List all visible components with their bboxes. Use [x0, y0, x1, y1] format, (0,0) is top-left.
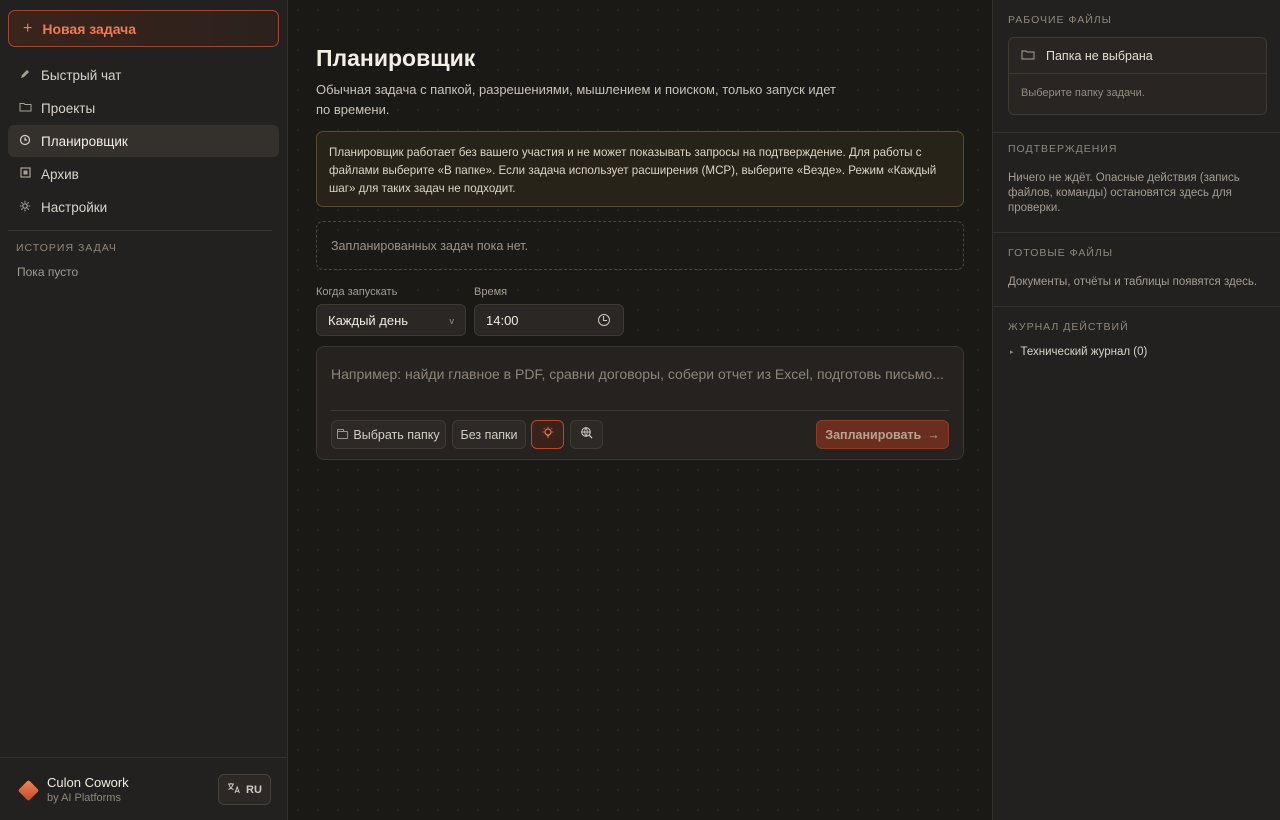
scheduled-tasks-empty: Запланированных задач пока нет. [316, 221, 964, 270]
sidebar: + Новая задача Быстрый чат Проекты Плани… [0, 0, 288, 820]
no-folder-button[interactable]: Без папки [452, 420, 526, 449]
page-title: Планировщик [316, 45, 476, 71]
archive-icon [18, 167, 32, 181]
time-label: Время [474, 286, 508, 298]
work-folder-card: Папка не выбрана Выберите папку задачи. [1008, 37, 1267, 115]
folder-icon [1021, 49, 1035, 63]
language-button[interactable]: RU [218, 774, 271, 805]
language-label: RU [246, 783, 262, 796]
sidebar-item-archive[interactable]: Архив [8, 158, 279, 190]
history-title: ИСТОРИЯ ЗАДАЧ [16, 242, 117, 254]
no-folder-label: Без папки [460, 427, 518, 442]
choose-folder-label: Выбрать папку [353, 427, 440, 442]
clock-icon [18, 134, 32, 149]
thinking-toggle-button[interactable] [531, 420, 564, 449]
folder-hint: Выберите папку задачи. [1021, 87, 1145, 99]
action-log-title: ЖУРНАЛ ДЕЙСТВИЙ [1008, 321, 1129, 333]
new-task-label: Новая задача [42, 20, 137, 37]
brand-name: Culon Cowork [47, 775, 129, 790]
right-panel: РАБОЧИЕ ФАЙЛЫ Папка не выбрана Выберите … [992, 0, 1280, 820]
history-empty-text: Пока пусто [17, 265, 79, 279]
folder-icon [337, 428, 349, 439]
brand-logo-icon [17, 779, 40, 802]
time-input-value: 14:00 [486, 312, 519, 328]
folder-select-row[interactable]: Папка не выбрана [1009, 38, 1266, 74]
sidebar-item-label: Планировщик [41, 133, 128, 149]
sidebar-footer: Culon Cowork by AI Platforms RU [0, 757, 287, 820]
sidebar-item-label: Архив [41, 166, 79, 182]
time-input[interactable]: 14:00 [474, 304, 624, 336]
folder-icon [18, 101, 32, 115]
plus-icon: + [23, 19, 33, 37]
right-divider [993, 132, 1280, 133]
right-divider [993, 306, 1280, 307]
when-select-value: Каждый день [328, 312, 409, 328]
sidebar-item-quick-chat[interactable]: Быстрый чат [8, 59, 279, 91]
composer-divider [331, 410, 949, 411]
caret-right-icon: ▸ [1010, 349, 1014, 356]
globe-search-icon [580, 426, 594, 443]
sidebar-item-projects[interactable]: Проекты [8, 92, 279, 124]
web-search-toggle-button[interactable] [570, 420, 603, 449]
arrow-right-icon: → [927, 427, 940, 442]
when-label: Когда запускать [316, 286, 398, 298]
sidebar-item-label: Настройки [41, 199, 108, 215]
new-task-button[interactable]: + Новая задача [8, 10, 279, 47]
when-select[interactable]: Каждый день v [316, 304, 466, 336]
right-divider [993, 232, 1280, 233]
clock-icon [598, 314, 610, 326]
lightbulb-icon [541, 426, 555, 443]
sidebar-divider [8, 230, 272, 231]
folder-not-selected-label: Папка не выбрана [1046, 48, 1153, 63]
sidebar-item-scheduler[interactable]: Планировщик [8, 125, 279, 157]
tech-log-toggle[interactable]: ▸ Технический журнал (0) [1010, 346, 1147, 358]
confirmations-text: Ничего не ждёт. Опасные действия (запись… [1008, 172, 1240, 214]
gear-icon [18, 200, 32, 215]
ready-files-title: ГОТОВЫЕ ФАЙЛЫ [1008, 247, 1114, 259]
ready-files-text: Документы, отчёты и таблицы появятся зде… [1008, 276, 1258, 288]
sidebar-item-label: Проекты [41, 100, 96, 116]
sidebar-item-settings[interactable]: Настройки [8, 191, 279, 223]
page-description: Обычная задача с папкой, разрешениями, м… [316, 82, 836, 117]
choose-folder-button[interactable]: Выбрать папку [331, 420, 446, 449]
translate-icon [227, 782, 241, 797]
work-files-title: РАБОЧИЕ ФАЙЛЫ [1008, 14, 1112, 26]
sidebar-item-label: Быстрый чат [41, 67, 122, 83]
chevron-down-icon: v [449, 316, 455, 326]
confirmations-title: ПОДТВЕРЖДЕНИЯ [1008, 143, 1118, 155]
brand-subtitle: by AI Platforms [47, 792, 121, 804]
schedule-button[interactable]: Запланировать → [816, 420, 949, 449]
pencil-icon [18, 68, 32, 83]
scheduler-notice: Планировщик работает без вашего участия … [316, 131, 964, 207]
sidebar-nav: Быстрый чат Проекты Планировщик Архив На… [8, 59, 279, 224]
task-composer: Выбрать папку Без папки Запланировать → [316, 346, 964, 460]
task-prompt-input[interactable] [331, 363, 946, 385]
tech-log-label: Технический журнал (0) [1020, 346, 1148, 358]
schedule-label: Запланировать [825, 427, 922, 442]
